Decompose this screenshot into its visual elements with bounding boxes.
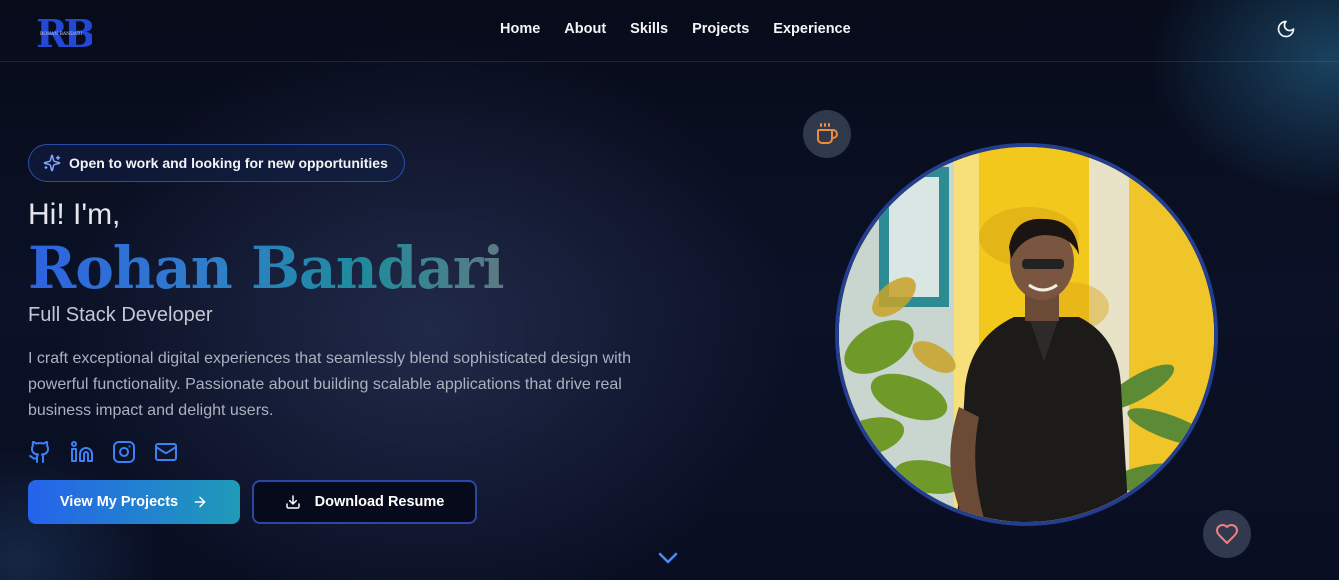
bio-text: I craft exceptional digital experiences … <box>28 350 631 419</box>
view-projects-button[interactable]: View My Projects <box>28 480 240 524</box>
arrow-right-icon <box>194 496 206 508</box>
nav-home[interactable]: Home <box>500 20 540 40</box>
github-link[interactable] <box>28 440 52 464</box>
availability-badge: Open to work and looking for new opportu… <box>28 144 405 182</box>
role-title: Full Stack Developer <box>28 304 213 326</box>
nav-about[interactable]: About <box>564 20 606 40</box>
download-resume-button[interactable]: Download Resume <box>252 480 477 524</box>
logo[interactable]: RB ROHAN BANDARI <box>36 11 99 56</box>
scroll-down-indicator[interactable] <box>657 550 679 566</box>
email-link[interactable] <box>154 440 178 464</box>
instagram-icon <box>113 441 135 463</box>
heart-icon <box>1216 524 1238 544</box>
moon-icon <box>1277 20 1295 38</box>
linkedin-link[interactable] <box>70 440 94 464</box>
view-projects-label: View My Projects <box>59 494 179 510</box>
nav-experience[interactable]: Experience <box>773 20 850 40</box>
coffee-badge <box>803 110 851 158</box>
nav-projects[interactable]: Projects <box>692 20 749 40</box>
hero-name: Rohan Bandari <box>28 234 504 302</box>
download-resume-label: Download Resume <box>314 494 445 510</box>
logo-caption: ROHAN BANDARI <box>40 31 82 37</box>
nav-skills[interactable]: Skills <box>630 20 668 40</box>
like-button[interactable] <box>1203 510 1251 558</box>
linkedin-icon <box>71 441 93 462</box>
github-icon <box>29 441 50 463</box>
greeting: Hi! I'm, <box>28 198 121 231</box>
download-icon <box>285 495 300 509</box>
theme-toggle-button[interactable] <box>1276 19 1296 39</box>
mail-icon <box>155 443 177 461</box>
profile-photo <box>835 143 1218 526</box>
coffee-icon <box>817 123 838 144</box>
instagram-link[interactable] <box>112 440 136 464</box>
social-links <box>28 440 178 464</box>
main-nav: Home About Skills Projects Experience <box>500 20 851 40</box>
sparkles-icon <box>43 154 61 172</box>
badge-text: Open to work and looking for new opportu… <box>69 155 388 171</box>
chevron-down-icon <box>658 552 678 564</box>
site-header: RB ROHAN BANDARI Home About Skills Proje… <box>0 0 1339 62</box>
